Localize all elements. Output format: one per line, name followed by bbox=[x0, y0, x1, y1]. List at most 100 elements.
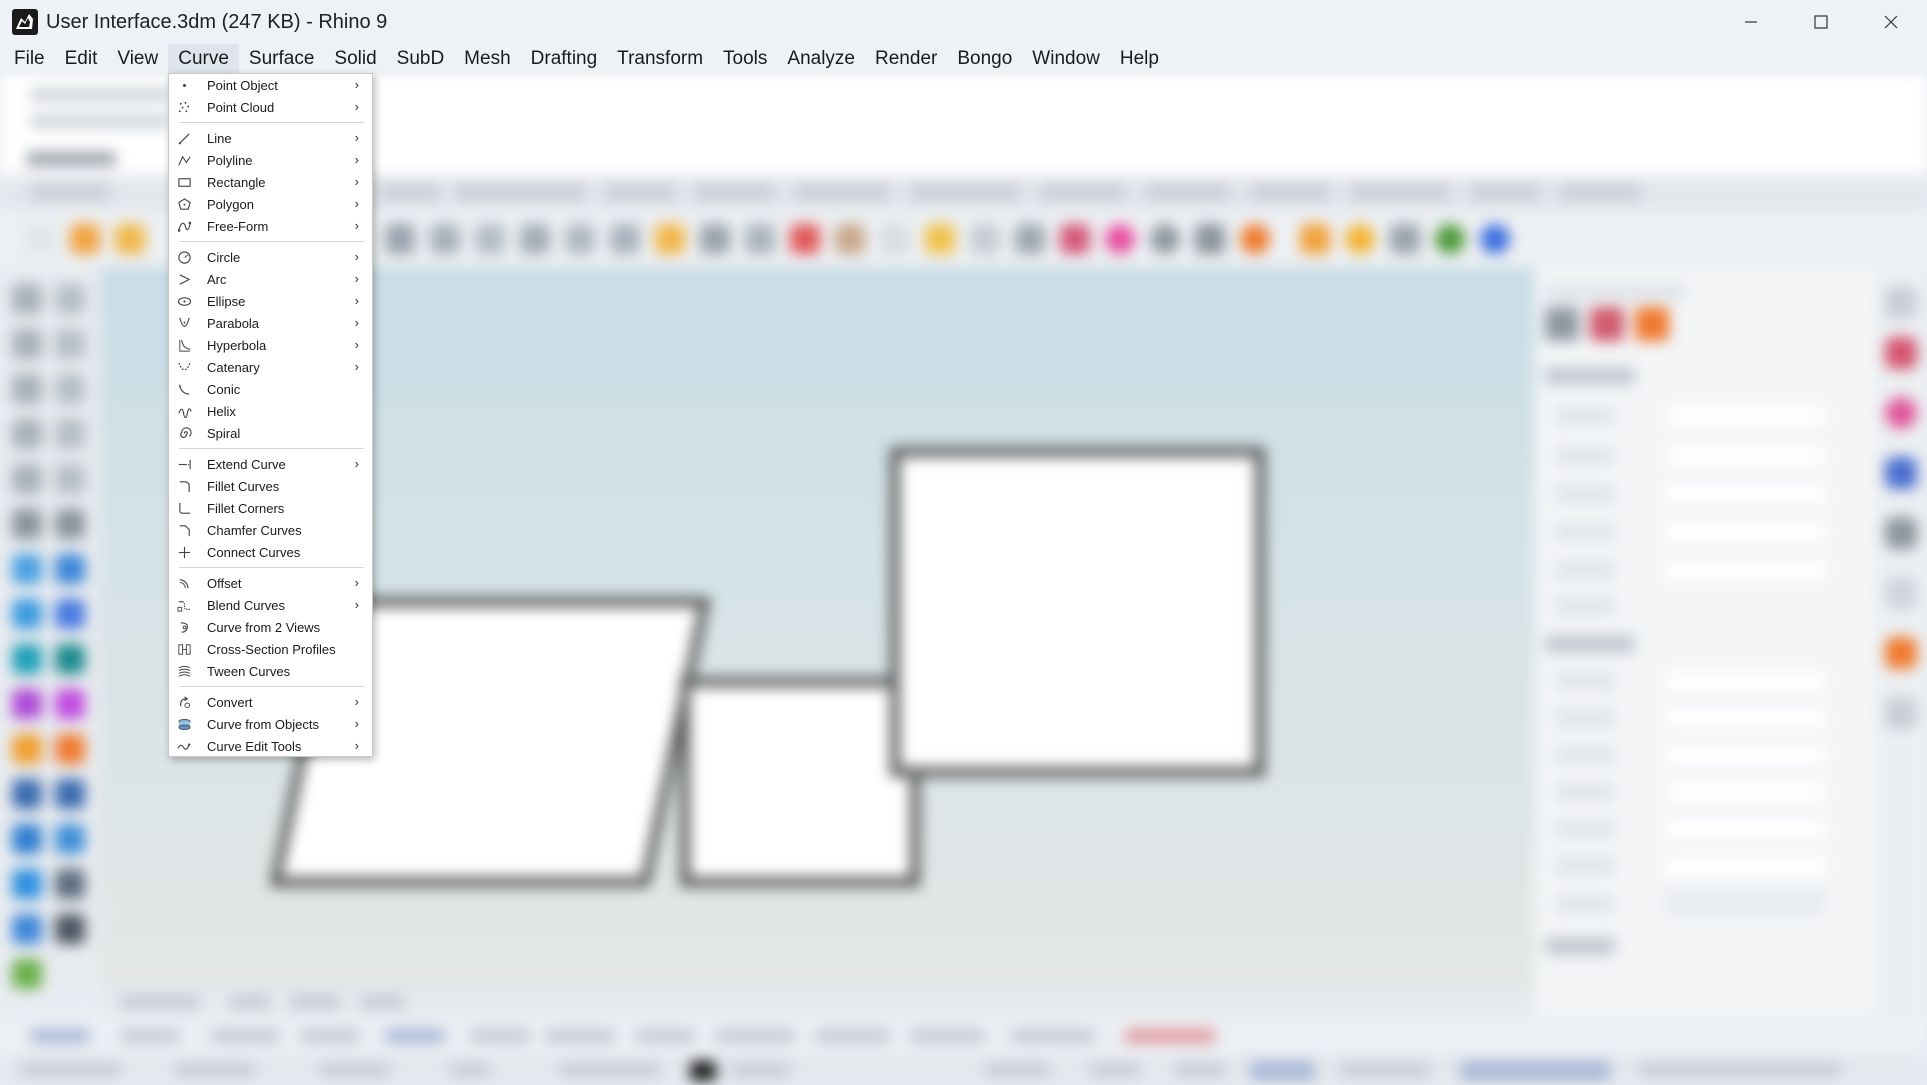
cross-section-icon bbox=[176, 641, 192, 657]
menu-item-label: Conic bbox=[207, 381, 241, 397]
viewport-tabs bbox=[100, 987, 1535, 1017]
window-title: User Interface.3dm (247 KB) - Rhino 9 bbox=[46, 10, 388, 33]
blend-curves-icon bbox=[176, 597, 192, 613]
menu-drafting[interactable]: Drafting bbox=[521, 44, 608, 74]
submenu-chevron-icon: › bbox=[354, 152, 359, 167]
menu-item-curve-from-2-views[interactable]: Curve from 2 Views bbox=[169, 616, 372, 638]
menu-separator bbox=[179, 241, 364, 242]
close-button[interactable] bbox=[1856, 0, 1926, 44]
menu-item-label: Blend Curves bbox=[207, 597, 286, 613]
submenu-chevron-icon: › bbox=[354, 359, 359, 374]
menu-transform[interactable]: Transform bbox=[607, 44, 713, 74]
menu-item-label: Curve from Objects bbox=[207, 716, 319, 732]
circle-icon bbox=[176, 249, 192, 265]
submenu-chevron-icon: › bbox=[354, 271, 359, 286]
curve-edit-tools-icon bbox=[176, 738, 192, 754]
menu-bongo[interactable]: Bongo bbox=[947, 44, 1022, 74]
right-panel-tabs bbox=[1875, 267, 1927, 1037]
menu-item-arc[interactable]: Arc › bbox=[169, 268, 372, 290]
menu-curve[interactable]: Curve bbox=[168, 44, 239, 74]
menu-item-fillet-corners[interactable]: Fillet Corners bbox=[169, 497, 372, 519]
menu-analyze[interactable]: Analyze bbox=[777, 44, 865, 74]
close-icon bbox=[1884, 15, 1898, 29]
menu-item-blend-curves[interactable]: Blend Curves › bbox=[169, 594, 372, 616]
menu-item-convert[interactable]: Convert › bbox=[169, 691, 372, 713]
menu-item-label: Polyline bbox=[207, 152, 253, 168]
menu-item-extend-curve[interactable]: Extend Curve › bbox=[169, 453, 372, 475]
menu-render[interactable]: Render bbox=[865, 44, 947, 74]
submenu-chevron-icon: › bbox=[354, 99, 359, 114]
properties-panel bbox=[1535, 267, 1875, 1037]
curve-from-2-views-icon bbox=[176, 619, 192, 635]
menu-item-cross-section-profiles[interactable]: Cross-Section Profiles bbox=[169, 638, 372, 660]
maximize-button[interactable] bbox=[1786, 0, 1856, 44]
free-form-icon bbox=[176, 218, 192, 234]
menu-item-circle[interactable]: Circle › bbox=[169, 246, 372, 268]
submenu-chevron-icon: › bbox=[354, 249, 359, 264]
menu-item-spiral[interactable]: Spiral bbox=[169, 422, 372, 444]
menu-item-offset[interactable]: Offset › bbox=[169, 572, 372, 594]
menu-subd[interactable]: SubD bbox=[387, 44, 455, 74]
hyperbola-icon bbox=[176, 337, 192, 353]
chamfer-curves-icon bbox=[176, 522, 192, 538]
menu-item-label: Point Object bbox=[207, 77, 278, 93]
menu-item-polygon[interactable]: Polygon › bbox=[169, 193, 372, 215]
menu-item-helix[interactable]: Helix bbox=[169, 400, 372, 422]
maximize-icon bbox=[1814, 15, 1828, 29]
menu-window[interactable]: Window bbox=[1022, 44, 1110, 74]
menu-edit[interactable]: Edit bbox=[55, 44, 108, 74]
menu-item-polyline[interactable]: Polyline › bbox=[169, 149, 372, 171]
osnap-bar bbox=[0, 1017, 1927, 1055]
minimize-icon bbox=[1745, 21, 1757, 23]
menu-item-free-form[interactable]: Free-Form › bbox=[169, 215, 372, 237]
submenu-chevron-icon: › bbox=[354, 575, 359, 590]
menu-separator bbox=[179, 122, 364, 123]
menu-item-chamfer-curves[interactable]: Chamfer Curves bbox=[169, 519, 372, 541]
menu-mesh[interactable]: Mesh bbox=[454, 44, 520, 74]
title-bar: User Interface.3dm (247 KB) - Rhino 9 bbox=[0, 0, 1927, 44]
menu-item-label: Curve from 2 Views bbox=[207, 619, 321, 635]
menu-item-connect-curves[interactable]: Connect Curves bbox=[169, 541, 372, 563]
rhino-logo-icon bbox=[12, 9, 38, 35]
point-icon bbox=[176, 77, 192, 93]
menu-item-curve-edit-tools[interactable]: Curve Edit Tools › bbox=[169, 735, 372, 757]
curve-from-objects-icon bbox=[176, 716, 192, 732]
menu-help[interactable]: Help bbox=[1110, 44, 1169, 74]
menu-item-tween-curves[interactable]: Tween Curves bbox=[169, 660, 372, 682]
menu-tools[interactable]: Tools bbox=[713, 44, 777, 74]
submenu-chevron-icon: › bbox=[354, 293, 359, 308]
menu-item-hyperbola[interactable]: Hyperbola › bbox=[169, 334, 372, 356]
menu-item-point-cloud[interactable]: Point Cloud › bbox=[169, 96, 372, 118]
menu-item-fillet-curves[interactable]: Fillet Curves bbox=[169, 475, 372, 497]
spiral-icon bbox=[176, 425, 192, 441]
menu-item-rectangle[interactable]: Rectangle › bbox=[169, 171, 372, 193]
menu-item-ellipse[interactable]: Ellipse › bbox=[169, 290, 372, 312]
parabola-icon bbox=[176, 315, 192, 331]
menu-item-curve-from-objects[interactable]: Curve from Objects › bbox=[169, 713, 372, 735]
menu-item-label: Cross-Section Profiles bbox=[207, 641, 336, 657]
menu-item-label: Free-Form bbox=[207, 218, 269, 234]
menu-item-catenary[interactable]: Catenary › bbox=[169, 356, 372, 378]
menu-item-label: Point Cloud bbox=[207, 99, 275, 115]
fillet-corners-icon bbox=[176, 500, 192, 516]
menu-item-parabola[interactable]: Parabola › bbox=[169, 312, 372, 334]
submenu-chevron-icon: › bbox=[354, 196, 359, 211]
menu-item-label: Line bbox=[207, 130, 232, 146]
minimize-button[interactable] bbox=[1716, 0, 1786, 44]
menu-view[interactable]: View bbox=[107, 44, 168, 74]
menu-separator bbox=[179, 567, 364, 568]
submenu-chevron-icon: › bbox=[354, 456, 359, 471]
menu-surface[interactable]: Surface bbox=[239, 44, 324, 74]
curve-dropdown-menu: Point Object › Point Cloud › Line › Polyline › R… bbox=[168, 73, 373, 757]
menu-item-label: Helix bbox=[207, 403, 236, 419]
tween-curves-icon bbox=[176, 663, 192, 679]
submenu-chevron-icon: › bbox=[354, 130, 359, 145]
menu-solid[interactable]: Solid bbox=[324, 44, 386, 74]
menu-file[interactable]: File bbox=[4, 44, 55, 74]
menu-bar: File Edit View Curve Surface Solid SubD Mesh Dra… bbox=[0, 44, 1927, 74]
menu-item-line[interactable]: Line › bbox=[169, 127, 372, 149]
menu-item-conic[interactable]: Conic bbox=[169, 378, 372, 400]
submenu-chevron-icon: › bbox=[354, 738, 359, 753]
menu-item-point-object[interactable]: Point Object › bbox=[169, 74, 372, 96]
polyline-icon bbox=[176, 152, 192, 168]
